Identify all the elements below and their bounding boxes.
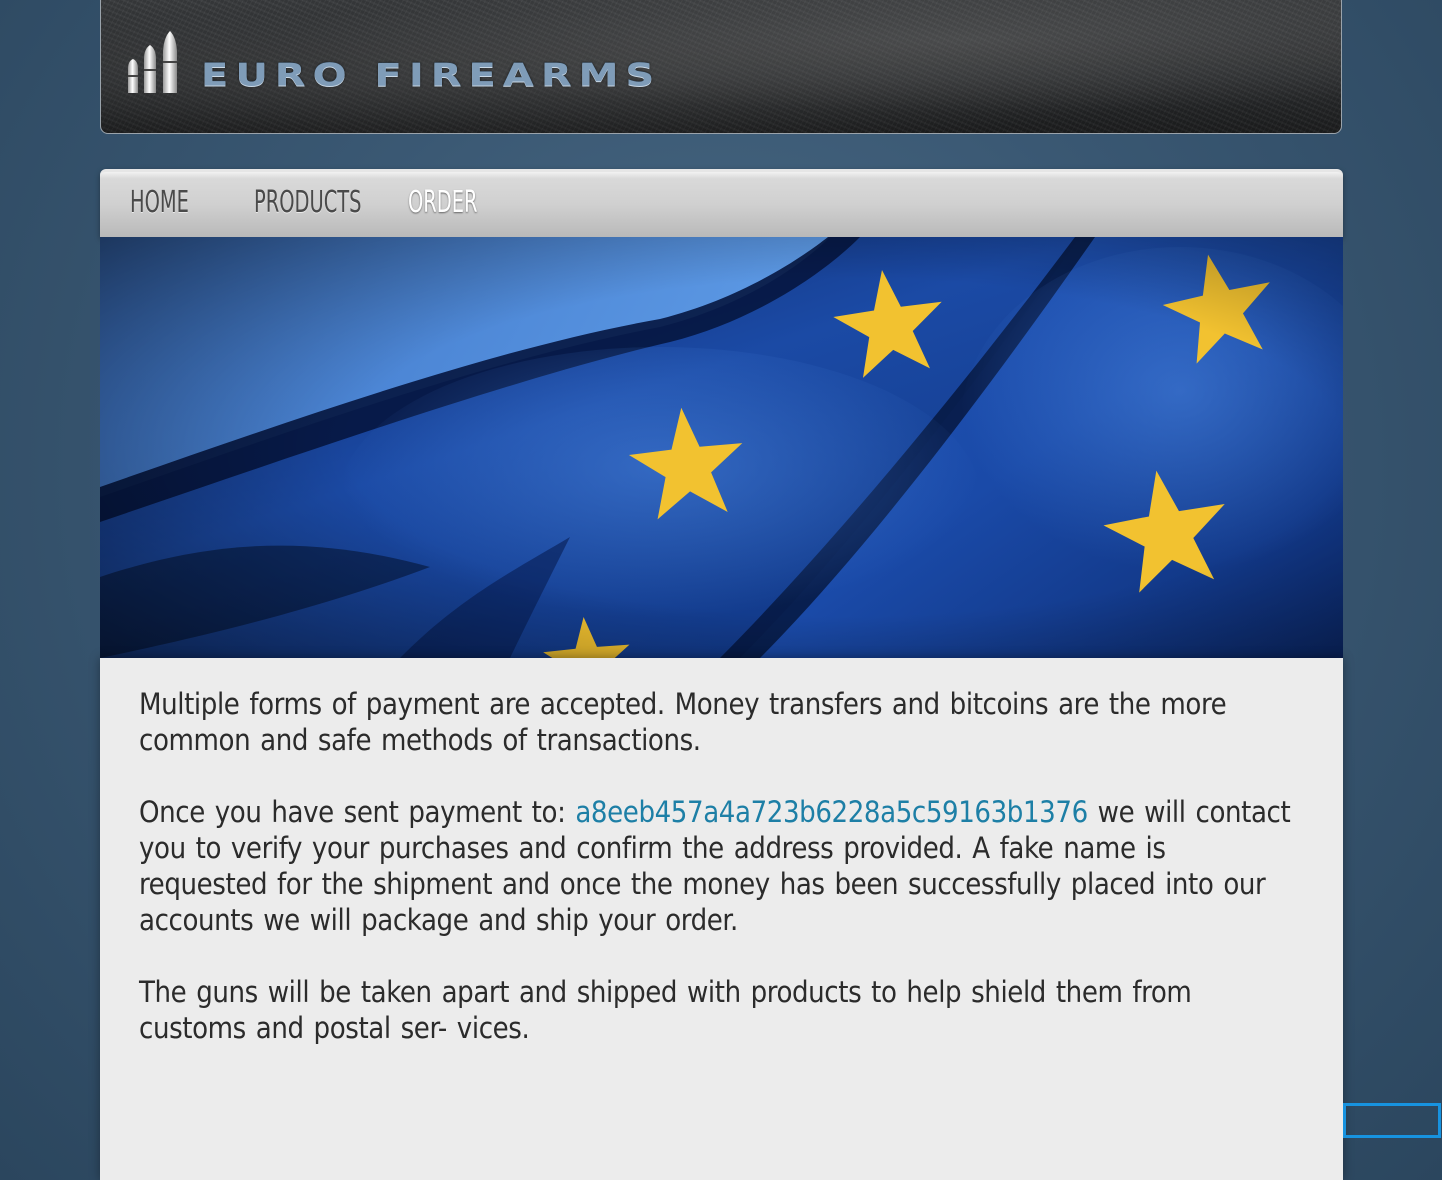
nav-item-order[interactable]: ORDER: [408, 188, 478, 218]
site-logo[interactable]: EURO FIREARMS: [125, 27, 661, 93]
payment-instructions-text: Once you have sent payment to: a8eeb457a…: [139, 794, 1303, 938]
wallet-address-link[interactable]: a8eeb457a4a723b6228a5c59163b1376: [575, 795, 1088, 829]
main-nav: HOME PRODUCTS ORDER: [100, 169, 1343, 237]
bullets-icon: [128, 31, 177, 93]
shipping-info-text: The guns will be taken apart and shipped…: [139, 975, 1192, 1045]
nav-list: HOME PRODUCTS ORDER: [130, 188, 524, 218]
nav-item-products[interactable]: PRODUCTS: [254, 188, 361, 218]
payment-instructions-prefix: Once you have sent payment to:: [139, 795, 576, 829]
site-logo-text: EURO FIREARMS: [201, 57, 662, 94]
eu-flag-image: [100, 237, 1343, 658]
focus-outline[interactable]: [1343, 1103, 1441, 1138]
payment-methods-text: Multiple forms of payment are accepted. …: [139, 687, 1227, 757]
main-content: Multiple forms of payment are accepted. …: [100, 658, 1343, 1180]
nav-item-home[interactable]: HOME: [130, 188, 189, 218]
hero-banner: [100, 237, 1343, 658]
site-header: EURO FIREARMS: [100, 0, 1342, 134]
